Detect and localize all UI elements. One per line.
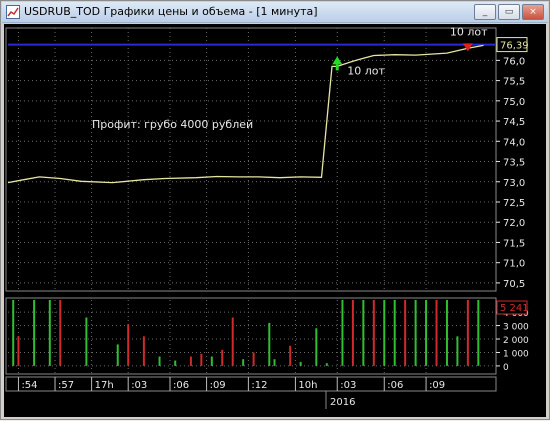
price-tick-label: 71,5 [503,238,525,249]
time-tick-label: :06 [387,380,403,391]
chart-canvas[interactable]: 76,0 75,5 75,0 74,5 74,0 73,5 73,0 72,5 72,0 71,5… [4,24,546,417]
volume-tick-label: 1 000 [503,349,529,359]
volume-tick-label: 0 [503,363,509,373]
current-price-badge: 76,39 [496,37,529,53]
time-tick-label: :57 [58,380,74,391]
close-button[interactable]: × [522,4,544,20]
price-tick-label: 72,5 [503,198,525,209]
volume-tick-label: 2 000 [503,336,529,346]
buy-marker-label: 10 лот [347,64,385,77]
chart-area[interactable]: 76,0 75,5 75,0 74,5 74,0 73,5 73,0 72,5 72,0 71,5… [4,24,546,417]
time-tick-label: :09 [210,380,226,391]
profit-annotation: Профит: грубо 4000 рублей [92,118,253,131]
date-label: 2016 [330,397,355,408]
price-tick-label: 71,0 [503,259,525,270]
time-tick-label: :54 [21,380,37,391]
volume-bars [12,300,480,366]
current-volume-value: 5 241 [500,303,529,314]
current-volume-badge: 5 241 [496,300,529,315]
price-tick-label: 75,0 [503,97,525,108]
volume-pane-frame [5,297,497,375]
time-tick-label: :03 [131,380,147,391]
time-tick-label: :09 [429,380,445,391]
price-tick-label: 76,0 [503,56,525,67]
price-y-axis: 76,0 75,5 75,0 74,5 74,0 73,5 73,0 72,5 72,0 71,5… [496,56,525,290]
price-tick-label: 73,0 [503,178,525,189]
window-title: USDRUB_TOD Графики цены и объема - [1 ми… [24,5,318,18]
time-tick-label: :12 [251,380,267,391]
price-pane-frame [5,27,497,292]
chart-app-icon [6,5,20,19]
price-tick-label: 72,0 [503,218,525,229]
chart-window: USDRUB_TOD Графики цены и объема - [1 ми… [0,0,550,420]
price-tick-label: 75,5 [503,77,525,88]
time-tick-label: 10h [298,380,317,391]
time-tick-label: 17h [95,380,114,391]
title-bar[interactable]: USDRUB_TOD Графики цены и объема - [1 ми… [2,2,548,23]
price-tick-label: 73,5 [503,158,525,169]
time-tick-label: :06 [173,380,189,391]
time-tick-label: :03 [340,380,356,391]
price-tick-label: 74,0 [503,137,525,148]
restore-button[interactable]: ▭ [498,4,520,20]
current-price-value: 76,39 [500,41,529,52]
volume-grid [8,300,494,374]
price-grid [8,28,494,291]
buy-arrow-stem [335,64,339,71]
price-tick-label: 74,5 [503,117,525,128]
volume-y-axis: 4 0003 0002 0001 0000 [496,309,529,373]
volume-tick-label: 3 000 [503,323,529,333]
minimize-button[interactable]: _ [474,4,496,20]
price-tick-label: 70,5 [503,279,525,290]
sell-marker-label: 10 лот [450,25,488,38]
